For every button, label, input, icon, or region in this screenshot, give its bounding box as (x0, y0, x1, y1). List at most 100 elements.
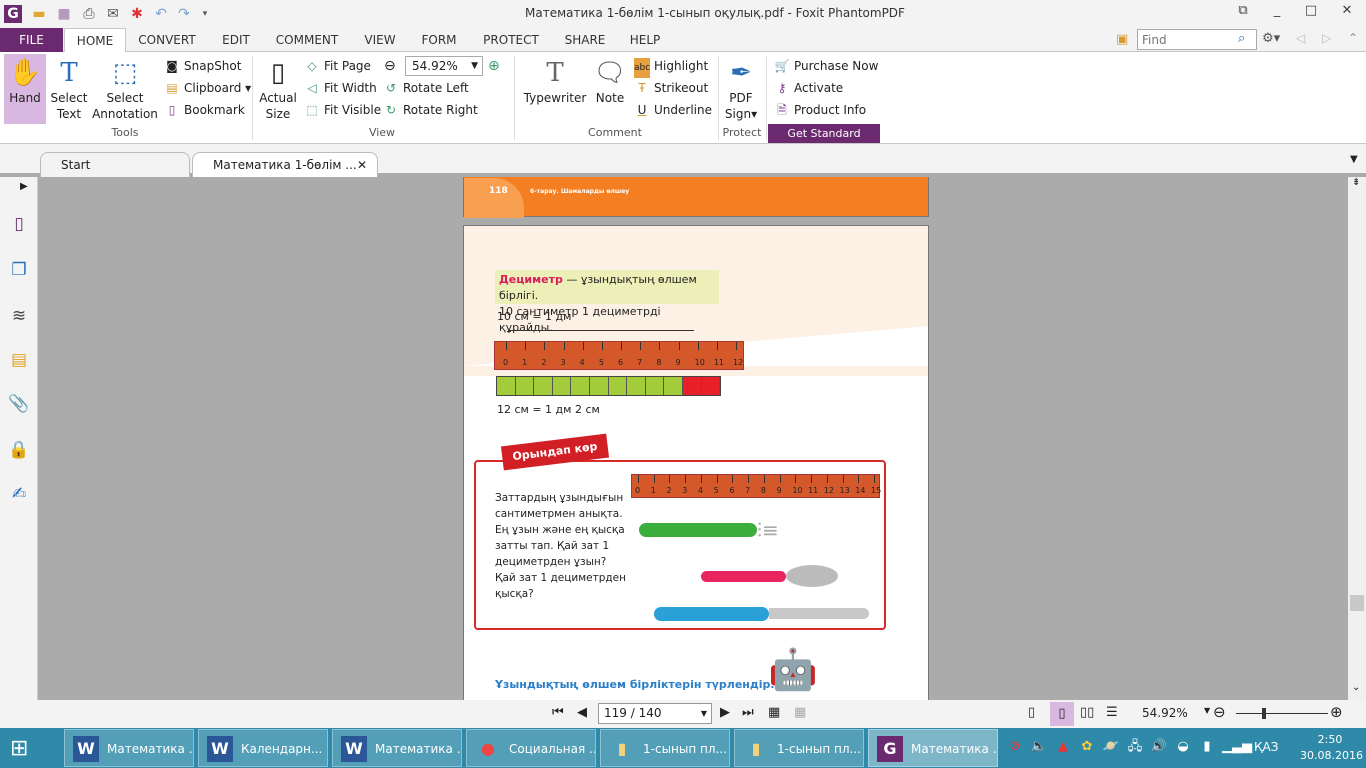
zoom-select[interactable]: 54.92% ▼ (405, 56, 483, 76)
collapse-ribbon-icon[interactable]: ⌃ (1348, 31, 1358, 45)
pages-icon[interactable]: ❐ (8, 259, 30, 281)
single-page-icon[interactable]: ▯ (1028, 705, 1035, 720)
continuous-page-icon[interactable]: ▯ (1050, 702, 1074, 726)
continuous-facing-icon[interactable]: ☰ (1106, 705, 1118, 720)
previous-page-icon[interactable]: ◀ (577, 705, 587, 720)
close-button[interactable]: ✕ (1332, 3, 1362, 23)
comments-icon[interactable]: ▤ (8, 349, 30, 371)
actual-size-button[interactable]: ▯ Actual Size (258, 54, 298, 122)
taskbar-item[interactable]: ● Социальная ... (466, 729, 596, 767)
speaker-icon[interactable]: 🔈 (1030, 738, 1048, 756)
scroll-down-icon[interactable]: ⌄ (1352, 682, 1360, 693)
language-indicator[interactable]: ҚАЗ (1254, 740, 1278, 754)
warning-icon[interactable]: ▲ (1054, 738, 1072, 756)
tab-convert[interactable]: CONVERT (130, 28, 204, 52)
network-icon[interactable]: 🖧 (1126, 738, 1144, 756)
security-icon[interactable]: 🔒 (8, 439, 30, 461)
fit-page-button[interactable]: ◇ Fit Page (304, 56, 371, 76)
last-page-icon[interactable]: ⏭ (742, 705, 754, 720)
fit-visible-button[interactable]: ⬚ Fit Visible (304, 100, 381, 120)
expand-panel-icon[interactable]: ▶ (20, 181, 28, 192)
tab-start[interactable]: Start (40, 152, 190, 177)
gear-icon[interactable]: ⚙▾ (1262, 31, 1280, 46)
minimize-button[interactable]: _ (1262, 3, 1292, 23)
zoom-in-icon[interactable]: ⊕ (1330, 703, 1343, 721)
snapshot-button[interactable]: ◙ SnapShot (164, 56, 241, 76)
clock[interactable]: 2:50 30.08.2016 (1300, 732, 1363, 764)
taskbar-item[interactable]: G Математика ... (868, 729, 998, 767)
zoom-slider-thumb[interactable] (1261, 708, 1266, 719)
tab-edit[interactable]: EDIT (214, 28, 258, 52)
fit-width-button[interactable]: ◁ Fit Width (304, 78, 376, 98)
clipboard-button[interactable]: ▤ Clipboard ▾ (164, 78, 251, 98)
windows-start-icon[interactable]: ⊞ (10, 736, 28, 761)
note-button[interactable]: 🗨 Note (592, 54, 628, 106)
tab-document[interactable]: Математика 1-бөлім ... ✕ (192, 152, 378, 177)
product-info-button[interactable]: 🗎 Product Info (774, 100, 866, 120)
highlight-button[interactable]: abc Highlight (634, 56, 708, 78)
tab-home[interactable]: HOME (64, 28, 126, 53)
previous-view-icon[interactable]: ▦ (768, 705, 780, 720)
tab-file[interactable]: FILE (0, 28, 63, 52)
next-result-icon[interactable]: ▷ (1322, 31, 1331, 45)
tab-protect[interactable]: PROTECT (476, 28, 546, 52)
volume-icon[interactable]: 🔊 (1150, 738, 1168, 756)
next-view-icon[interactable]: ▦ (794, 705, 806, 720)
taskbar-item[interactable]: W Математика ... (332, 729, 462, 767)
page-number-input[interactable]: 119 / 140 ▼ (598, 703, 712, 724)
document-view[interactable]: 118 6-тарау. Шамаларды өлшеу Дециметр — … (38, 177, 1348, 700)
tab-help[interactable]: HELP (622, 28, 668, 52)
next-page-icon[interactable]: ▶ (720, 705, 730, 720)
tab-form[interactable]: FORM (414, 28, 464, 52)
attachments-icon[interactable]: 📎 (8, 393, 30, 415)
rotate-right-button[interactable]: ↻ Rotate Right (383, 100, 478, 120)
purchase-now-button[interactable]: 🛒 Purchase Now (774, 56, 879, 76)
zoom-dropdown-icon[interactable]: ▼ (1204, 706, 1210, 715)
label: Rotate Right (403, 103, 478, 117)
taskbar-item[interactable]: W Календарн... (198, 729, 328, 767)
ruler: 0 1 2 3 4 5 6 7 8 9 10 11 12 (494, 341, 744, 370)
first-page-icon[interactable]: ⏮ (552, 705, 564, 720)
search-folder-icon[interactable]: ▣ (1116, 32, 1128, 47)
close-tab-icon[interactable]: ✕ (357, 153, 367, 178)
rotate-left-button[interactable]: ↺ Rotate Left (383, 78, 469, 98)
tab-view[interactable]: VIEW (358, 28, 402, 52)
strikeout-button[interactable]: Ŧ Strikeout (634, 78, 708, 98)
facing-pages-icon[interactable]: ▯▯ (1080, 705, 1094, 720)
signatures-icon[interactable]: ✍ (8, 483, 30, 505)
app-tray-icon[interactable]: ◒ (1174, 738, 1192, 756)
maximize-button[interactable]: □ (1296, 3, 1326, 23)
scroll-thumb[interactable] (1350, 595, 1364, 611)
select-annotation-button[interactable]: ⬚ Select Annotation (92, 54, 158, 122)
select-text-button[interactable]: T Select Text (48, 54, 90, 122)
antivirus-icon[interactable]: ⊘ (1006, 738, 1024, 756)
layers-icon[interactable]: ≋ (8, 305, 30, 327)
taskbar-item[interactable]: ▮ 1-сынып пл... (734, 729, 864, 767)
search-icon[interactable]: ⌕ (1238, 31, 1245, 46)
prev-result-icon[interactable]: ◁ (1296, 31, 1305, 45)
vertical-scrollbar[interactable]: ⇟ ⌄ (1348, 177, 1366, 700)
zoom-out-icon[interactable]: ⊖ (1213, 703, 1226, 721)
underline-button[interactable]: U Underline (634, 100, 712, 120)
app-tray-icon[interactable]: ✿ (1078, 738, 1096, 756)
tab-share[interactable]: SHARE (558, 28, 612, 52)
zoom-slider[interactable] (1236, 713, 1328, 714)
tab-list-icon[interactable]: ▼ (1350, 154, 1358, 165)
bookmark-button[interactable]: ▯ Bookmark (164, 100, 245, 120)
tab-comment[interactable]: COMMENT (270, 28, 344, 52)
zoom-in-icon[interactable]: ⊕ (488, 58, 500, 74)
zoom-level[interactable]: 54.92% (1142, 706, 1188, 720)
taskbar-item[interactable]: W Математика ... (64, 729, 194, 767)
split-handle-icon[interactable]: ⇟ (1352, 177, 1360, 188)
signal-icon[interactable]: ▁▃▅ (1222, 738, 1252, 756)
planet-icon[interactable]: 🪐 (1102, 738, 1120, 756)
pdf-sign-button[interactable]: ✒ PDF Sign▾ (722, 54, 760, 122)
zoom-out-icon[interactable]: ⊖ (384, 58, 396, 74)
hand-tool-button[interactable]: ✋ Hand (4, 54, 46, 124)
activate-button[interactable]: ⚷ Activate (774, 78, 844, 98)
battery-icon[interactable]: ▮ (1198, 738, 1216, 756)
taskbar-item[interactable]: ▮ 1-сынып пл... (600, 729, 730, 767)
typewriter-button[interactable]: T Typewriter (522, 54, 588, 106)
restore-icon[interactable]: ⧉ (1228, 3, 1258, 23)
bookmarks-icon[interactable]: ▯ (8, 213, 30, 235)
